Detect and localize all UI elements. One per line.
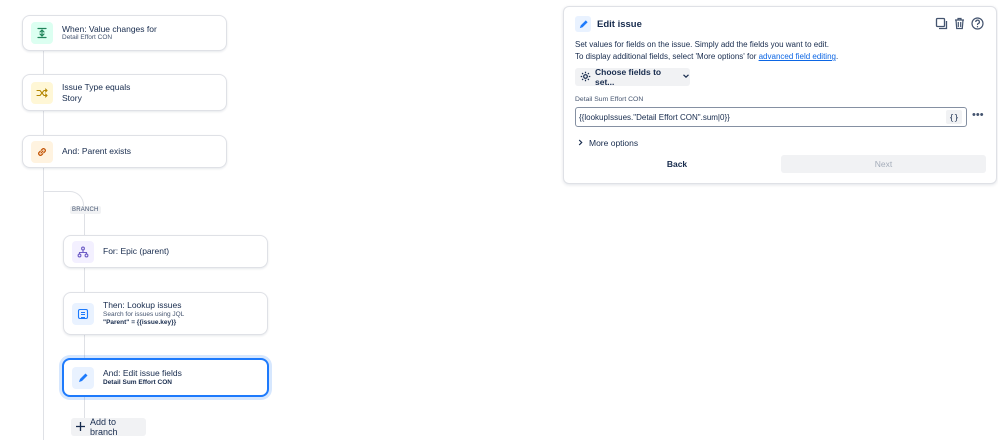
panel-desc-suffix: . [835, 52, 839, 61]
trash-icon[interactable] [952, 16, 966, 30]
lookup-title: Then: Lookup issues [103, 299, 182, 310]
condition-issue-type-card[interactable]: Issue Type equals Story [22, 74, 227, 111]
panel-desc-prefix: To display additional fields, select 'Mo… [575, 52, 759, 61]
choose-fields-button[interactable]: Choose fields to set... [575, 67, 690, 87]
panel-desc-line1: Set values for fields on the issue. Simp… [575, 40, 829, 49]
branch-label: BRANCH [70, 206, 101, 214]
more-actions-icon[interactable]: ••• [972, 110, 984, 121]
field-label: Detail Sum Effort CON [575, 96, 644, 103]
chevron-right-icon [577, 138, 584, 148]
edit-issue-panel: Edit issue Set values for fields on the … [563, 6, 997, 184]
panel-title: Edit issue [597, 18, 642, 30]
more-options-toggle[interactable]: More options [577, 138, 638, 148]
hierarchy-icon [72, 240, 94, 263]
connector-line [43, 50, 44, 74]
smart-value-braces-button[interactable]: {} [946, 110, 962, 124]
back-button[interactable]: Back [575, 155, 779, 173]
connector-line [84, 211, 85, 235]
advanced-field-editing-link[interactable]: advanced field editing [759, 52, 836, 61]
panel-description: Set values for fields on the issue. Simp… [575, 39, 838, 63]
edit-title: And: Edit issue fields [103, 368, 182, 379]
detail-sum-effort-input[interactable]: {{lookupIssues."Detail Effort CON".sum|0… [575, 107, 967, 127]
connector-line [84, 397, 85, 419]
trigger-title: When: Value changes for [62, 23, 157, 34]
plus-icon [75, 421, 86, 434]
connector-line [84, 268, 85, 292]
pencil-icon [575, 16, 591, 32]
automation-canvas: When: Value changes for Detail Effort CO… [0, 0, 998, 440]
panel-actions [934, 16, 984, 30]
add-to-branch-button[interactable]: Add to branch [71, 417, 146, 437]
edit-subtitle: Detail Sum Effort CON [103, 378, 172, 386]
add-to-branch-label: Add to branch [90, 417, 118, 437]
branch-for-card[interactable]: For: Epic (parent) [63, 235, 268, 268]
lookup-jql: "Parent" = {{issue.key}} [103, 319, 177, 327]
branch-for-title: For: Epic (parent) [103, 246, 170, 257]
connector-line [84, 335, 85, 359]
pencil-icon [72, 366, 94, 389]
help-icon[interactable] [970, 16, 984, 30]
condition-title: Issue Type equals [62, 81, 131, 92]
lookup-issues-card[interactable]: Then: Lookup issues Search for issues us… [63, 292, 268, 335]
trigger-subtitle: Detail Effort CON [62, 34, 113, 42]
shuffle-icon [31, 81, 53, 104]
duplicate-icon[interactable] [934, 16, 948, 30]
edit-issue-fields-card[interactable]: And: Edit issue fields Detail Sum Effort… [62, 358, 269, 397]
next-button[interactable]: Next [781, 155, 986, 173]
lookup-subtitle: Search for issues using JQL [103, 311, 185, 319]
link-icon [31, 140, 53, 163]
more-options-label: More options [589, 138, 639, 148]
field-value: {{lookupIssues."Detail Effort CON".sum|0… [579, 112, 730, 122]
connector-line [43, 111, 44, 135]
condition-parent-card[interactable]: And: Parent exists [22, 135, 227, 168]
choose-fields-label: Choose fields to set... [595, 67, 662, 87]
condition-parent-title: And: Parent exists [62, 146, 131, 157]
trigger-card[interactable]: When: Value changes for Detail Effort CO… [22, 15, 227, 51]
chevron-down-icon [682, 72, 690, 82]
panel-desc-line2: To display additional fields, select 'Mo… [575, 51, 838, 63]
lookup-icon [72, 302, 94, 325]
gear-icon [580, 71, 591, 84]
panel-header: Edit issue [575, 16, 642, 32]
condition-subtitle: Story [62, 92, 82, 103]
value-change-icon [31, 22, 53, 44]
